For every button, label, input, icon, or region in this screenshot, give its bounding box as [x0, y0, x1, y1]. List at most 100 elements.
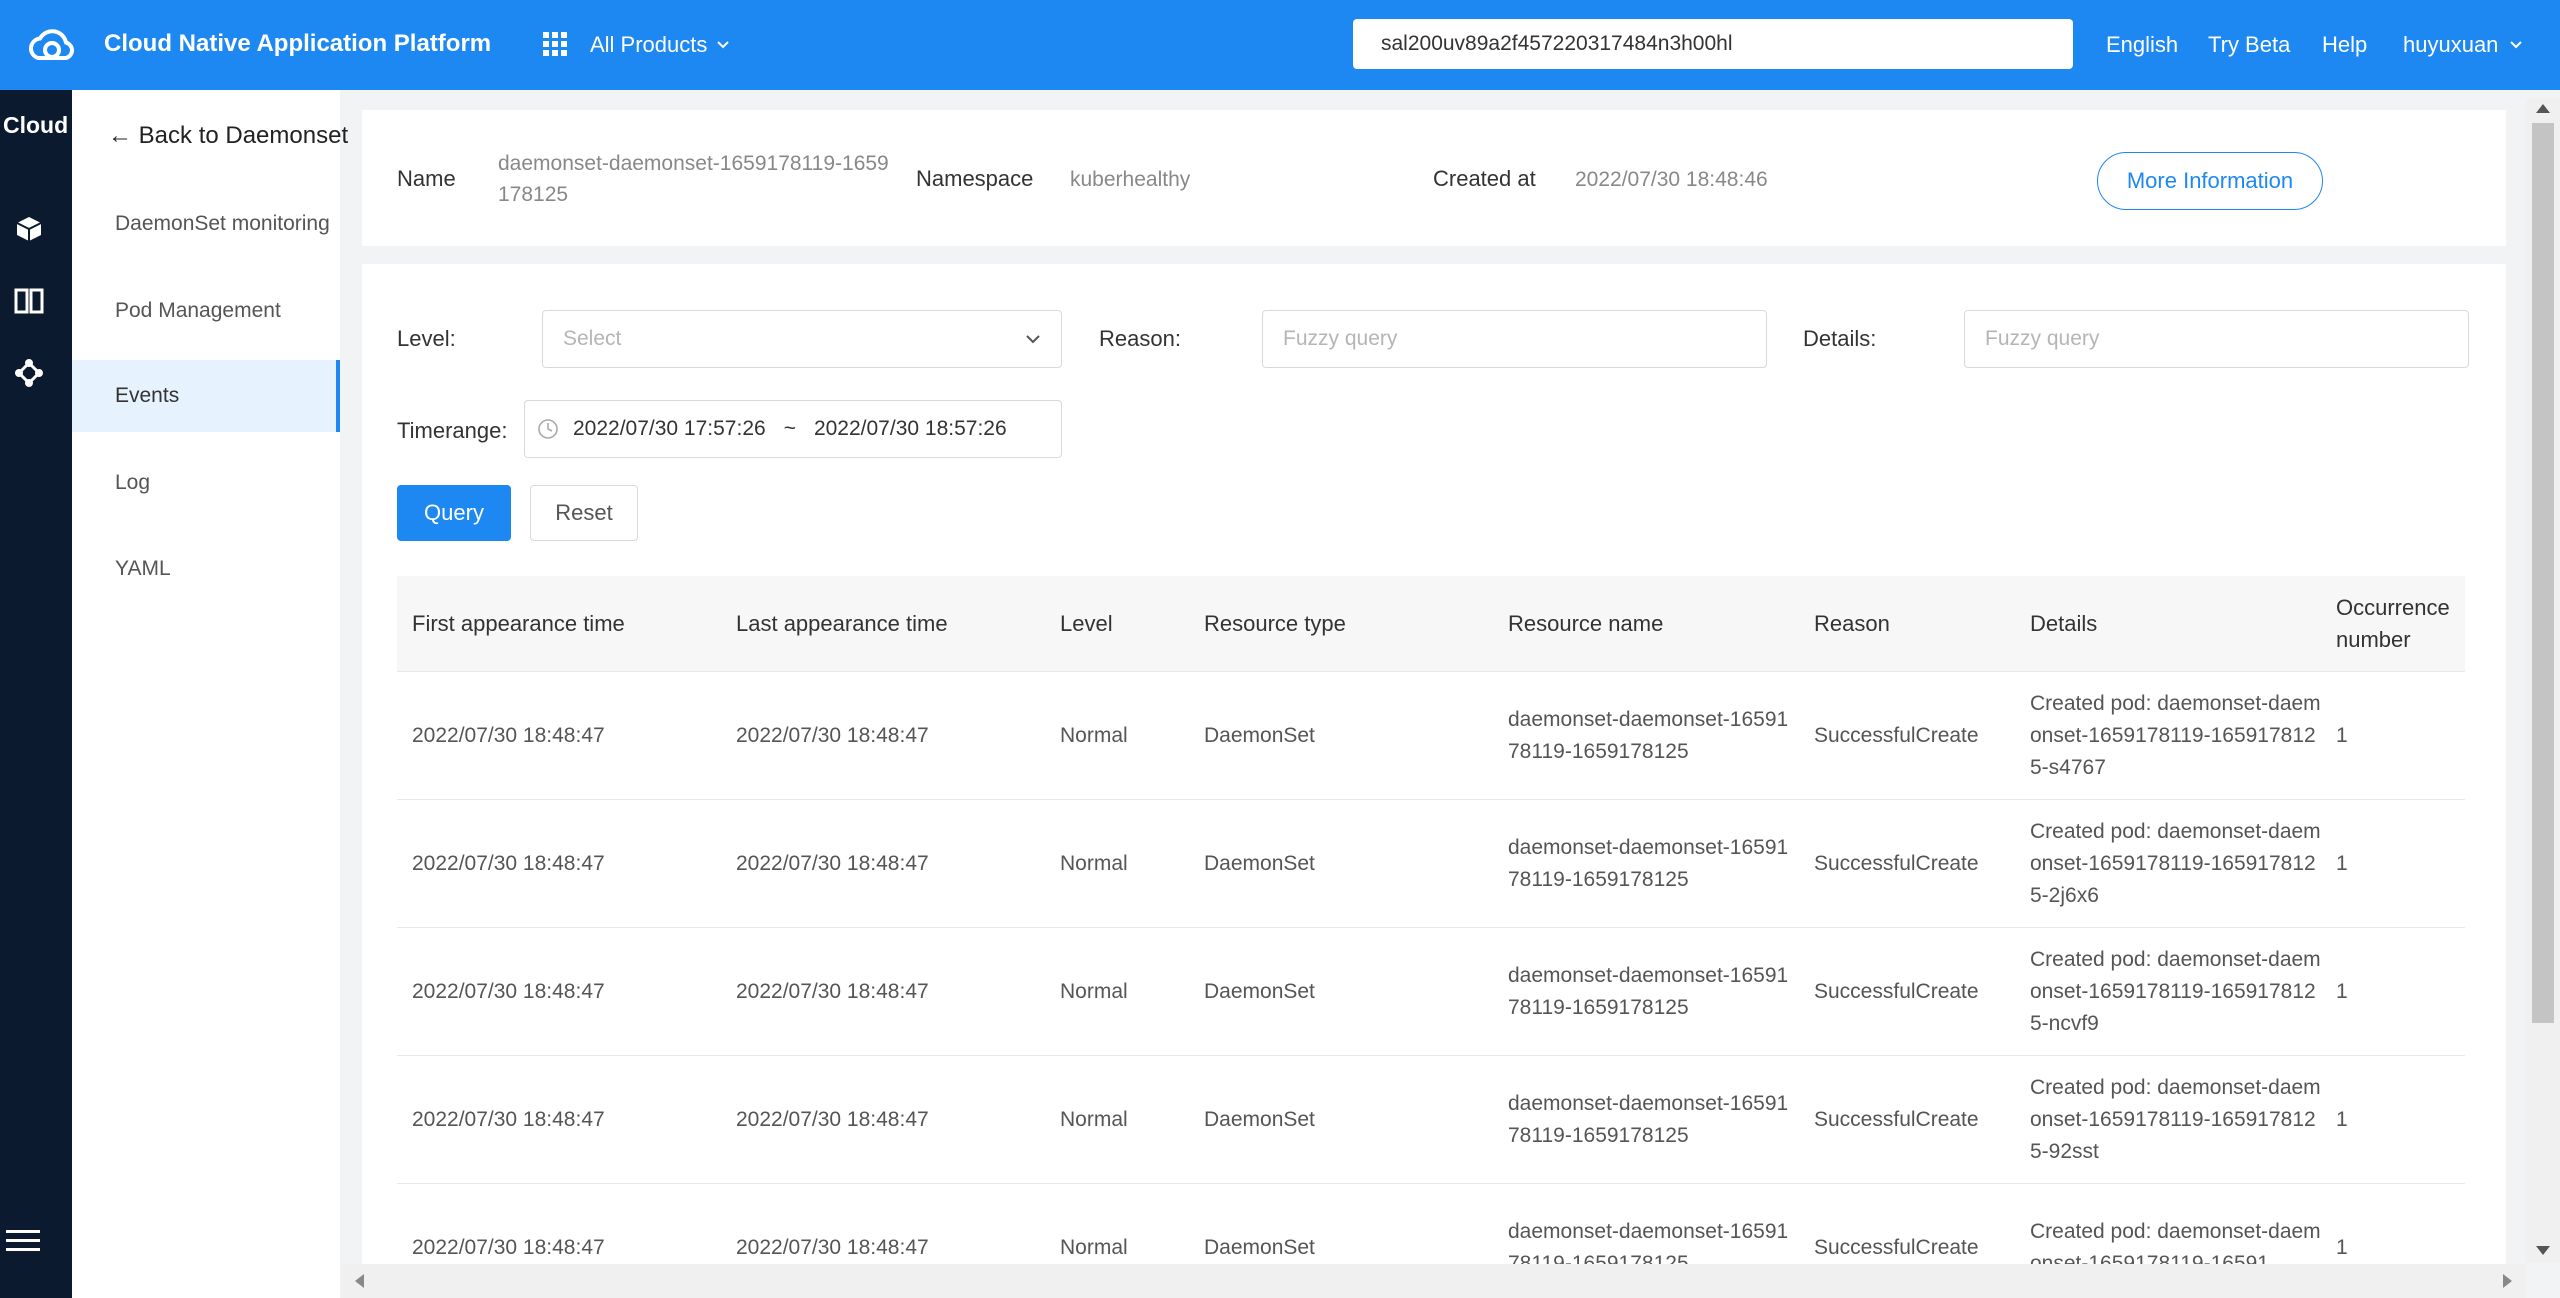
table-cell: daemonset-daemonset-1659178119-165917812…: [1508, 707, 1789, 763]
level-select-placeholder: Select: [563, 327, 622, 350]
menu-icon[interactable]: [6, 1228, 40, 1254]
events-card: Level: Select Reason: Details: Timerange…: [362, 264, 2506, 1264]
level-label: Level:: [397, 326, 456, 351]
try-beta-link[interactable]: Try Beta: [2208, 32, 2290, 58]
more-information-button[interactable]: More Information: [2097, 152, 2323, 210]
table-cell: 2022/07/30 18:48:47: [412, 1107, 605, 1131]
table-cell: 2022/07/30 18:48:47: [412, 723, 605, 747]
column-header: Occurrence number: [2336, 594, 2450, 652]
network-icon[interactable]: [14, 358, 44, 388]
table-row: 2022/07/30 18:48:47 2022/07/30 18:48:47 No…: [397, 672, 2465, 800]
table-cell: 2022/07/30 18:48:47: [736, 1107, 929, 1131]
column-header: Resource name: [1508, 610, 1664, 636]
apps-grid-icon[interactable]: [543, 32, 567, 56]
table-cell: 1: [2336, 1107, 2348, 1131]
table-cell: DaemonSet: [1204, 851, 1315, 875]
language-link[interactable]: English: [2106, 32, 2178, 58]
rail-title: Cloud: [3, 112, 69, 138]
table-cell: 2022/07/30 18:48:47: [412, 851, 605, 875]
reset-button[interactable]: Reset: [530, 485, 638, 541]
time-start: 2022/07/30 17:57:26: [573, 417, 766, 440]
details-label: Details:: [1803, 326, 1877, 351]
reason-field[interactable]: [1262, 310, 1767, 368]
horizontal-scrollbar[interactable]: [341, 1264, 2526, 1298]
table-cell: DaemonSet: [1204, 979, 1315, 1003]
chevron-down-icon: [717, 41, 730, 49]
column-header: Last appearance time: [736, 610, 948, 636]
details-field[interactable]: [1964, 310, 2469, 368]
scroll-right-arrow-icon[interactable]: [2503, 1274, 2512, 1288]
table-cell: daemonset-daemonset-1659178119-165917812…: [1508, 1091, 1789, 1147]
chevron-down-icon: [1026, 335, 1040, 344]
table-row: 2022/07/30 18:48:47 2022/07/30 18:48:47 No…: [397, 1056, 2465, 1184]
table-cell: 2022/07/30 18:48:47: [412, 979, 605, 1003]
table-cell: 1: [2336, 1235, 2348, 1259]
table-cell: daemonset-daemonset-1659178119-165917812…: [1508, 835, 1789, 891]
nav-item-daemonset-monitoring[interactable]: DaemonSet monitoring: [72, 188, 340, 260]
table-cell: Normal: [1060, 723, 1128, 747]
table-cell: 2022/07/30 18:48:47: [736, 851, 929, 875]
column-header: First appearance time: [412, 610, 625, 636]
vertical-scrollbar[interactable]: [2526, 98, 2560, 1263]
timerange-picker[interactable]: 2022/07/30 17:57:26 ~ 2022/07/30 18:57:2…: [524, 400, 1062, 458]
nav-item-log[interactable]: Log: [72, 447, 340, 519]
user-menu[interactable]: huyuxuan: [2403, 32, 2523, 58]
column-header: Resource type: [1204, 610, 1346, 636]
details-input[interactable]: [1985, 327, 2448, 351]
table-row: 2022/07/30 18:48:47 2022/07/30 18:48:47 No…: [397, 800, 2465, 928]
table-cell: Created pod: daemonset-daemonset-1659178…: [2030, 947, 2321, 1035]
table-cell: Created pod: daemonset-daemonset-1659178…: [2030, 691, 2321, 779]
daemonset-info-card: Name daemonset-daemonset-1659178119-1659…: [362, 110, 2506, 246]
timerange-label: Timerange:: [397, 418, 508, 443]
nav-item-events[interactable]: Events: [72, 360, 340, 432]
table-cell: daemonset-daemonset-1659178119-165917812…: [1508, 963, 1789, 1019]
table-row: 2022/07/30 18:48:47 2022/07/30 18:48:47 No…: [397, 1184, 2465, 1265]
vertical-scroll-thumb[interactable]: [2532, 123, 2554, 1023]
all-products-label: All Products: [590, 32, 708, 57]
events-table: First appearance time Last appearance ti…: [397, 576, 2465, 1264]
cloud-logo-icon[interactable]: [24, 24, 80, 66]
back-to-daemonset-link[interactable]: ← Back to Daemonset: [108, 122, 348, 150]
app-title[interactable]: Cloud Native Application Platform: [104, 30, 491, 58]
table-cell: Normal: [1060, 979, 1128, 1003]
level-select[interactable]: Select: [542, 310, 1062, 368]
clock-icon: [538, 419, 558, 439]
table-cell: Normal: [1060, 1235, 1128, 1259]
name-value: daemonset-daemonset-1659178119-165917812…: [498, 152, 889, 206]
column-header: Level: [1060, 610, 1113, 636]
table-cell: 1: [2336, 979, 2348, 1003]
global-search-box[interactable]: [1353, 19, 2073, 69]
reason-label: Reason:: [1099, 326, 1181, 351]
chevron-down-icon: [2510, 41, 2523, 49]
table-cell: 1: [2336, 723, 2348, 747]
query-button[interactable]: Query: [397, 485, 511, 541]
cube-icon[interactable]: [14, 214, 44, 244]
global-search-input[interactable]: [1381, 32, 2045, 56]
table-cell: 2022/07/30 18:48:47: [736, 979, 929, 1003]
columns-icon[interactable]: [14, 286, 44, 316]
table-cell: SuccessfulCreate: [1814, 1235, 1979, 1259]
all-products-menu[interactable]: All Products: [590, 32, 730, 58]
table-cell: 2022/07/30 18:48:47: [412, 1235, 605, 1259]
table-cell: 1: [2336, 851, 2348, 875]
scroll-left-arrow-icon[interactable]: [355, 1274, 364, 1288]
table-cell: Created pod: daemonset-daemonset-1659178…: [2030, 819, 2321, 907]
table-row: 2022/07/30 18:48:47 2022/07/30 18:48:47 No…: [397, 928, 2465, 1056]
column-header: Details: [2030, 610, 2098, 636]
table-cell: daemonset-daemonset-1659178119-165917812…: [1508, 1219, 1789, 1265]
scroll-up-arrow-icon[interactable]: [2536, 104, 2550, 113]
table-cell: DaemonSet: [1204, 1107, 1315, 1131]
table-cell: Created pod: daemonset-daemonset-1659178…: [2030, 1075, 2321, 1163]
table-cell: Normal: [1060, 1107, 1128, 1131]
nav-item-pod-management[interactable]: Pod Management: [72, 275, 340, 347]
product-rail: Cloud: [0, 90, 72, 1298]
nav-item-yaml[interactable]: YAML: [72, 533, 340, 605]
table-cell: 2022/07/30 18:48:47: [736, 723, 929, 747]
time-separator: ~: [783, 417, 796, 440]
name-label: Name: [397, 166, 456, 191]
scroll-down-arrow-icon[interactable]: [2536, 1246, 2550, 1255]
table-cell: Normal: [1060, 851, 1128, 875]
namespace-value: kuberhealthy: [1070, 168, 1191, 191]
reason-input[interactable]: [1283, 327, 1746, 351]
help-link[interactable]: Help: [2322, 32, 2367, 58]
